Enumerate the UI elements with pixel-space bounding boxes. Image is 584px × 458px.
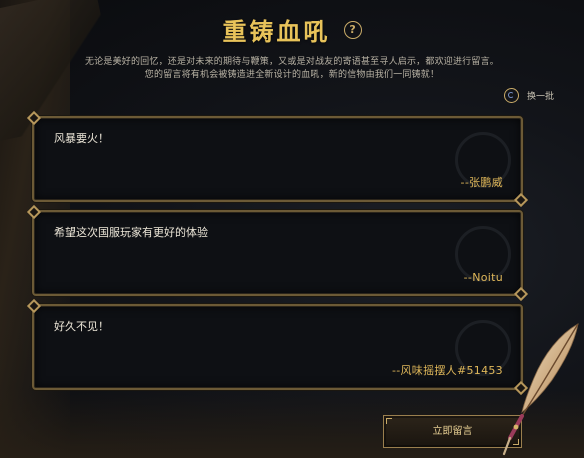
submit-message-button[interactable]: 立即留言 (383, 415, 522, 448)
message-text: 好久不见！ (54, 320, 109, 333)
refresh-icon (503, 88, 519, 103)
message-text: 风暴要火！ (54, 132, 109, 145)
page-title: 重铸血吼 (222, 18, 331, 46)
message-author: --Noitu (463, 271, 503, 284)
message-card: 希望这次国服玩家有更好的体验 --Noitu (32, 210, 523, 296)
message-card: 好久不见！ --风味摇摆人#51453 (32, 304, 523, 390)
description-line-2: 您的留言将有机会被铸造进全新设计的血吼，新的信物由我们一同铸就！ (144, 70, 440, 80)
message-card: 风暴要火！ --张鹏威 (32, 116, 523, 202)
message-text: 希望这次国服玩家有更好的体验 (54, 226, 208, 239)
refresh-label: 换一批 (526, 92, 554, 102)
description-line-1: 无论是美好的回忆，还是对未来的期待与鞭策，又或是对战友的寄语甚至寻人启示，都欢迎… (84, 57, 499, 67)
title-row: 重铸血吼 ? (0, 12, 584, 47)
help-icon[interactable]: ? (343, 20, 362, 39)
refresh-button[interactable]: 换一批 (503, 88, 554, 103)
message-author: --风味摇摆人#51453 (391, 364, 503, 377)
message-author: --张鹏威 (460, 176, 503, 189)
